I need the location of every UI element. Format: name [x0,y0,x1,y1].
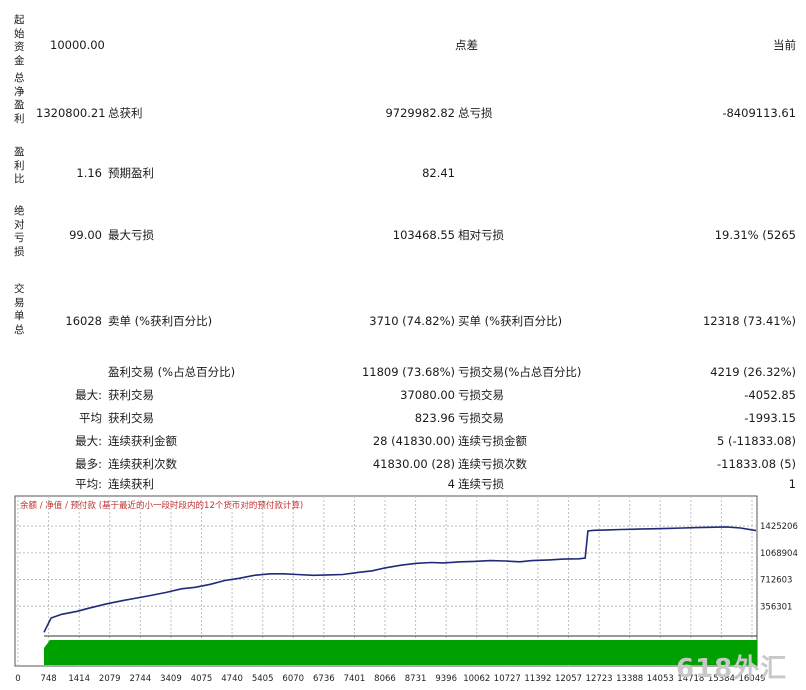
profit-factor-value: 1.16 [76,166,102,180]
side-label-absolute-drawdown: 绝对亏损 [14,205,25,258]
y-tick-label: 356301 [760,602,792,612]
x-tick-label: 8731 [405,674,427,684]
initial-deposit-value: 10000.00 [50,38,105,52]
maximal-drawdown-value: 103468.55 [392,228,455,242]
largest-profit-trade-label: 获利交易 [108,388,154,402]
x-tick-label: 8066 [374,674,396,684]
x-tick-label: 7401 [344,674,366,684]
short-positions-value: 3710 (74.82%) [369,314,455,328]
largest-loss-trade-label: 亏损交易 [458,388,504,402]
max-consecutive-wins-money-value: 28 (41830.00) [372,434,455,448]
expected-payoff-value: 82.41 [422,166,455,180]
max-consecutive-losses-count-label: 连续亏损次数 [458,457,527,471]
gross-profit-value: 9729982.82 [385,106,455,120]
x-tick-label: 2079 [99,674,121,684]
x-tick-label: 11392 [524,674,551,684]
loss-trades-label: 亏损交易(%占总百分比) [458,365,582,379]
x-tick-label: 1414 [68,674,90,684]
x-tick-label: 0 [15,674,20,684]
average-profit-trade-value: 823.96 [414,411,455,425]
average-consecutive-losses-label: 连续亏损 [458,477,504,491]
max-consecutive-wins-count-value: 41830.00 (28) [372,457,455,471]
profit-trades-value: 11809 (73.68%) [361,365,455,379]
gross-loss-value: -8409113.61 [722,106,796,120]
x-tick-label: 13388 [616,674,643,684]
volume-bars [44,640,757,665]
side-label-profit-factor: 盈利比 [14,146,25,186]
largest-loss-trade-value: -4052.85 [744,388,796,402]
y-tick-label: 1425206 [760,522,798,532]
x-tick-label: 10062 [463,674,490,684]
x-tick-label: 748 [40,674,56,684]
volume-area [44,635,757,665]
max-consecutive-losses-money-label: 连续亏损金额 [458,434,527,448]
x-tick-label: 14053 [647,674,674,684]
expected-payoff-label: 预期盈利 [108,166,154,180]
largest-profit-trade-value: 37080.00 [400,388,455,402]
profit-trades-label: 盈利交易 (%占总百分比) [108,365,236,379]
average-loss-trade-value: -1993.15 [744,411,796,425]
x-tick-label: 9396 [435,674,457,684]
gross-profit-label: 总获利 [108,106,143,120]
max-consecutive-losses-count-value: -11833.08 (5) [717,457,796,471]
relative-drawdown-value: 19.31% (5265 [714,228,796,242]
long-positions-value: 12318 (73.41%) [702,314,796,328]
chart-legend: 余额 / 净值 / 预付款 (基于最近的小一段时段内的12个货币对的预付款计算) [20,500,303,511]
max-consecutive-wins-count-label: 连续获利次数 [108,457,177,471]
x-tick-label: 4075 [191,674,213,684]
average-loss-trade-label: 亏损交易 [458,411,504,425]
x-tick-label: 10727 [494,674,521,684]
x-tick-label: 5405 [252,674,274,684]
gross-loss-label: 总亏损 [458,106,493,120]
short-positions-label: 卖单 (%获利百分比) [108,314,213,328]
long-positions-label: 买单 (%获利百分比) [458,314,563,328]
average-consecutive-wins-value: 4 [447,477,455,491]
x-tick-label: 3409 [160,674,182,684]
average-consecutive-wins-label: 连续获利 [108,477,154,491]
stats-prefix: 最大: [75,434,102,448]
max-consecutive-wins-money-label: 连续获利金额 [108,434,177,448]
y-tick-label: 1068904 [760,549,798,559]
average-profit-trade-label: 获利交易 [108,411,154,425]
x-tick-label: 4740 [221,674,243,684]
x-tick-label: 2744 [130,674,152,684]
spread-label: 点差 [455,38,478,52]
stats-prefix: 最多: [75,457,102,471]
side-label-initial-deposit: 起始资金 [14,14,25,67]
x-tick-label: 6736 [313,674,335,684]
absolute-drawdown-value: 99.00 [69,228,102,242]
maximal-drawdown-label: 最大亏损 [108,228,154,242]
side-label-total-net-profit: 总净盈利 [14,72,25,125]
x-tick-label: 6070 [282,674,304,684]
total-trades-value: 16028 [65,314,102,328]
relative-drawdown-label: 相对亏损 [458,228,504,242]
y-tick-label: 712603 [760,576,792,586]
total-net-profit-value: 1320800.21 [36,106,106,120]
average-consecutive-losses-value: 1 [788,477,796,491]
stats-prefix: 平均 [79,411,102,425]
x-tick-label: 12057 [555,674,582,684]
side-label-total-trades: 交易单总 [14,283,25,336]
watermark-logo: 618外汇网 [676,654,788,684]
loss-trades-value: 4219 (26.32%) [710,365,796,379]
stats-prefix: 最大: [75,388,102,402]
stats-prefix: 平均: [75,477,102,491]
max-consecutive-losses-money-value: 5 (-11833.08) [717,434,796,448]
x-tick-label: 12723 [586,674,613,684]
spread-current-value: 当前 [773,38,796,52]
